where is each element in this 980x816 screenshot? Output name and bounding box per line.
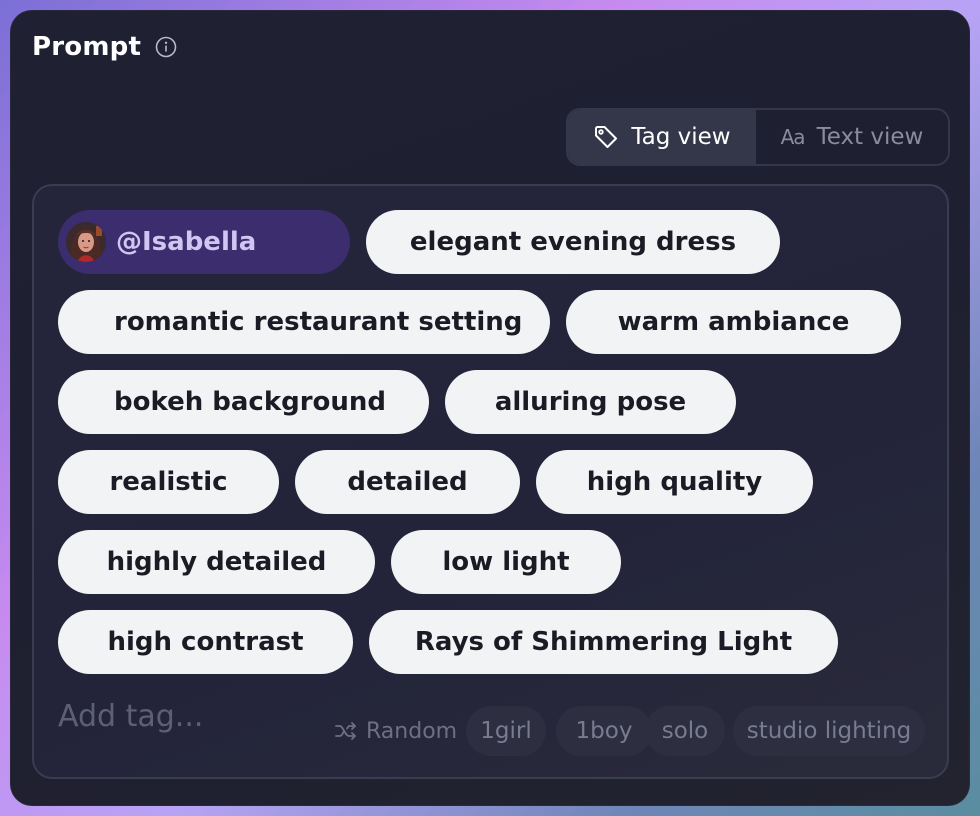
info-icon[interactable] bbox=[155, 36, 177, 58]
tag-chip[interactable]: highly detailed bbox=[58, 530, 375, 594]
add-tag-input[interactable] bbox=[58, 696, 318, 736]
tag-chip[interactable]: bokeh background bbox=[58, 370, 429, 434]
view-toggle: Tag view Aa Text view bbox=[566, 108, 950, 166]
random-label: Random bbox=[366, 718, 458, 744]
prompt-header: Prompt bbox=[32, 32, 177, 62]
avatar bbox=[66, 222, 106, 262]
text-view-label: Text view bbox=[816, 124, 924, 150]
shuffle-icon bbox=[334, 719, 358, 743]
tag-chip[interactable]: low light bbox=[391, 530, 621, 594]
tag-container: @Isabella elegant evening dress romantic… bbox=[32, 184, 949, 779]
tag-chip[interactable]: high contrast bbox=[58, 610, 353, 674]
mention-label: @Isabella bbox=[116, 227, 257, 257]
tag-chip[interactable]: romantic restaurant setting bbox=[58, 290, 550, 354]
prompt-title: Prompt bbox=[32, 32, 142, 62]
tag-chip[interactable]: Rays of Shimmering Light bbox=[369, 610, 838, 674]
tag-view-label: Tag view bbox=[631, 124, 731, 150]
tag-view-button[interactable]: Tag view bbox=[568, 110, 756, 164]
suggestion-chip[interactable]: 1boy bbox=[556, 706, 652, 756]
tag-chip[interactable]: alluring pose bbox=[445, 370, 736, 434]
prompt-panel: Prompt Tag view Aa Text view @Isabella e… bbox=[10, 10, 970, 806]
suggestion-chip[interactable]: studio lighting bbox=[733, 706, 925, 756]
tag-chip[interactable]: warm ambiance bbox=[566, 290, 901, 354]
tag-chip[interactable]: detailed bbox=[295, 450, 520, 514]
tag-chip[interactable]: high quality bbox=[536, 450, 813, 514]
suggestion-chip[interactable]: solo bbox=[645, 706, 725, 756]
tag-chip[interactable]: elegant evening dress bbox=[366, 210, 780, 274]
text-format-icon: Aa bbox=[780, 125, 806, 149]
tag-chip[interactable]: realistic bbox=[58, 450, 279, 514]
tag-icon bbox=[593, 124, 619, 150]
mention-chip[interactable]: @Isabella bbox=[58, 210, 350, 274]
random-button[interactable]: Random bbox=[334, 713, 457, 749]
suggestion-chip[interactable]: 1girl bbox=[466, 706, 546, 756]
text-view-button[interactable]: Aa Text view bbox=[756, 110, 948, 164]
